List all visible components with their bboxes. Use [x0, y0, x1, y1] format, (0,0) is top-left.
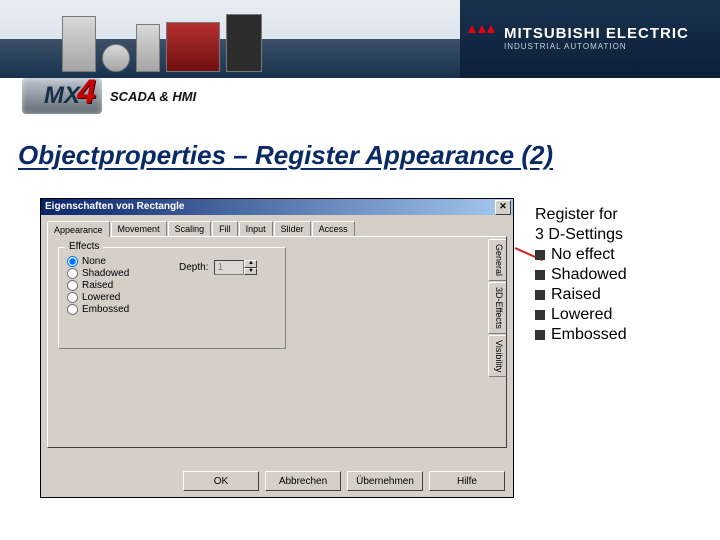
mx4-logo: MX 4	[22, 78, 102, 114]
desc-bullet-5: Embossed	[535, 325, 705, 345]
radio-raised[interactable]: Raised	[67, 280, 129, 291]
radio-shadowed-label: Shadowed	[82, 268, 129, 279]
radio-none-input[interactable]	[67, 256, 78, 267]
mx4-mx: MX	[44, 82, 80, 109]
brand-block: MITSUBISHI ELECTRIC INDUSTRIAL AUTOMATIO…	[460, 0, 720, 78]
depth-down-button[interactable]: ▼	[244, 268, 257, 276]
brand-line2: INDUSTRIAL AUTOMATION	[504, 43, 689, 52]
desc-bullet-1-text: No effect	[551, 245, 615, 265]
desc-bullet-2-text: Shadowed	[551, 265, 627, 285]
radio-lowered-input[interactable]	[67, 292, 78, 303]
tab-fill[interactable]: Fill	[212, 221, 238, 237]
radio-embossed[interactable]: Embossed	[67, 304, 129, 315]
desc-heading-2: 3 D-Settings	[535, 225, 705, 245]
mx4-four: 4	[77, 74, 96, 110]
tab-panel: Effects None Shadowed Raised Lowered Emb…	[47, 236, 507, 448]
bullet-icon	[535, 290, 545, 300]
slide: MITSUBISHI ELECTRIC INDUSTRIAL AUTOMATIO…	[0, 0, 720, 540]
vtab-3d-effects[interactable]: 3D-Effects	[488, 282, 506, 334]
radio-raised-label: Raised	[82, 280, 113, 291]
close-button[interactable]: ✕	[495, 200, 511, 215]
desc-bullet-2: Shadowed	[535, 265, 705, 285]
slide-title: Objectproperties – Register Appearance (…	[18, 140, 553, 171]
brand-text: MITSUBISHI ELECTRIC INDUSTRIAL AUTOMATIO…	[504, 26, 689, 51]
effects-groupbox: Effects None Shadowed Raised Lowered Emb…	[58, 247, 286, 349]
radio-lowered[interactable]: Lowered	[67, 292, 129, 303]
apply-button[interactable]: Übernehmen	[347, 471, 423, 491]
bullet-icon	[535, 310, 545, 320]
tab-appearance[interactable]: Appearance	[47, 221, 110, 237]
mitsubishi-logo-icon	[468, 25, 496, 53]
vtab-visibility[interactable]: Visibility	[488, 335, 506, 377]
radio-shadowed[interactable]: Shadowed	[67, 268, 129, 279]
radio-embossed-input[interactable]	[67, 304, 78, 315]
bullet-icon	[535, 250, 545, 260]
desc-bullet-1: No effect	[535, 245, 705, 265]
scada-label: SCADA & HMI	[110, 89, 196, 104]
desc-heading-1: Register for	[535, 205, 705, 225]
products-image	[62, 6, 262, 72]
radio-none[interactable]: None	[67, 256, 129, 267]
effects-group-title: Effects	[65, 241, 103, 252]
depth-up-button[interactable]: ▲	[244, 260, 257, 268]
close-icon: ✕	[499, 201, 507, 211]
tab-input[interactable]: Input	[239, 221, 273, 237]
tab-slider[interactable]: Slider	[274, 221, 311, 237]
tab-movement[interactable]: Movement	[111, 221, 167, 237]
dialog-body: Appearance Movement Scaling Fill Input S…	[41, 215, 513, 465]
dialog-title: Eigenschaften von Rectangle	[45, 201, 184, 212]
radio-embossed-label: Embossed	[82, 304, 129, 315]
desc-bullet-4-text: Lowered	[551, 305, 612, 325]
depth-control: Depth: ▲ ▼	[179, 260, 257, 275]
bullet-icon	[535, 330, 545, 340]
tabstrip-top: Appearance Movement Scaling Fill Input S…	[47, 221, 507, 237]
help-button[interactable]: Hilfe	[429, 471, 505, 491]
radio-none-label: None	[82, 256, 106, 267]
radio-shadowed-input[interactable]	[67, 268, 78, 279]
depth-label: Depth:	[179, 262, 208, 273]
depth-field[interactable]	[214, 260, 244, 275]
desc-bullet-3: Raised	[535, 285, 705, 305]
desc-bullet-3-text: Raised	[551, 285, 601, 305]
desc-bullet-4: Lowered	[535, 305, 705, 325]
dialog-titlebar[interactable]: Eigenschaften von Rectangle ✕	[41, 199, 513, 215]
mx4-area: MX 4 SCADA & HMI	[22, 78, 196, 114]
properties-dialog: Eigenschaften von Rectangle ✕ Appearance…	[40, 198, 514, 498]
brand-line1: MITSUBISHI ELECTRIC	[504, 26, 689, 43]
tab-scaling[interactable]: Scaling	[168, 221, 212, 237]
vtab-general[interactable]: General	[488, 239, 506, 281]
dialog-button-row: OK Abbrechen Übernehmen Hilfe	[183, 471, 505, 491]
radio-lowered-label: Lowered	[82, 292, 120, 303]
tab-access[interactable]: Access	[312, 221, 355, 237]
cancel-button[interactable]: Abbrechen	[265, 471, 341, 491]
depth-input-wrapper: ▲ ▼	[214, 260, 257, 275]
desc-bullet-5-text: Embossed	[551, 325, 627, 345]
depth-spinner: ▲ ▼	[244, 260, 257, 275]
header-band: MITSUBISHI ELECTRIC INDUSTRIAL AUTOMATIO…	[0, 0, 720, 78]
effects-radio-list: None Shadowed Raised Lowered Embossed	[67, 256, 129, 315]
bullet-icon	[535, 270, 545, 280]
radio-raised-input[interactable]	[67, 280, 78, 291]
description-block: Register for 3 D-Settings No effect Shad…	[535, 205, 705, 345]
ok-button[interactable]: OK	[183, 471, 259, 491]
vertical-tabstrip: General 3D-Effects Visibility	[488, 239, 506, 377]
